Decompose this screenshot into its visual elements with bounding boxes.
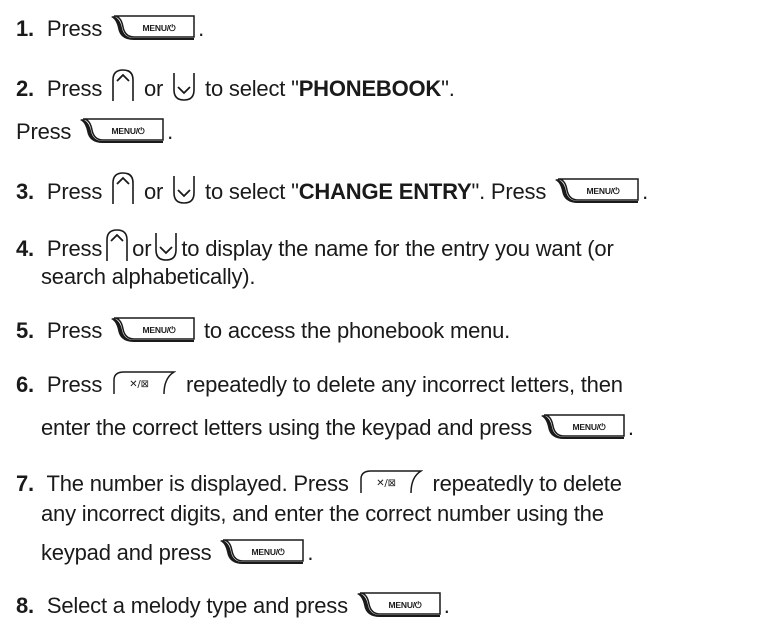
step-2: 2. Press or to select "PHONEBOOK".: [16, 69, 455, 107]
navigate-down-key-icon: [171, 175, 197, 205]
svg-text:MENU/⏻: MENU/⏻: [112, 126, 146, 136]
svg-text:MENU/⏻: MENU/⏻: [388, 600, 422, 610]
svg-text:✕/⊠: ✕/⊠: [376, 478, 396, 489]
step-7: 7. The number is displayed. Press ✕/⊠ re…: [16, 469, 622, 496]
menu-power-key-icon: MENU/⏻: [110, 12, 196, 42]
menu-power-key-icon: MENU/⏻: [219, 536, 305, 566]
step-5: 5. Press MENU/⏻ to access the phonebook …: [16, 317, 510, 347]
menu-power-key-icon: MENU/⏻: [110, 314, 196, 344]
svg-text:MENU/⏻: MENU/⏻: [572, 422, 606, 432]
step-8: 8. Select a melody type and press MENU/⏻…: [16, 592, 450, 622]
menu-power-key-icon: MENU/⏻: [79, 115, 165, 145]
step-7-line-3: keypad and press MENU/⏻ .: [41, 536, 314, 569]
menu-power-key-icon: MENU/⏻: [356, 589, 442, 619]
step-2-continuation: Press MENU/⏻ .: [16, 118, 173, 148]
step-6: 6. Press ✕/⊠ repeatedly to delete any in…: [16, 370, 623, 397]
svg-text:MENU/⏻: MENU/⏻: [143, 23, 177, 33]
menu-power-key-icon: MENU/⏻: [540, 411, 626, 441]
navigate-up-key-icon: [110, 68, 136, 102]
step-6-line-2: enter the correct letters using the keyp…: [41, 414, 634, 444]
delete-key-icon: ✕/⊠: [112, 370, 177, 396]
navigate-down-key-icon: [153, 232, 179, 262]
svg-text:MENU/⏻: MENU/⏻: [252, 547, 286, 557]
step-1: 1. Press MENU/⏻ .: [16, 15, 204, 45]
step-7-line-2: any incorrect digits, and enter the corr…: [41, 501, 604, 526]
svg-text:✕/⊠: ✕/⊠: [129, 379, 149, 390]
svg-text:MENU/⏻: MENU/⏻: [587, 186, 621, 196]
navigate-up-key-icon: [110, 171, 136, 205]
step-4: 4. Press or to display the name for the …: [16, 229, 614, 267]
svg-text:MENU/⏻: MENU/⏻: [143, 325, 177, 335]
step-4-line-2: search alphabetically).: [41, 264, 256, 289]
instructions-document: 1. Press MENU/⏻ . 2. Press or to select …: [0, 0, 774, 625]
delete-key-icon: ✕/⊠: [359, 469, 423, 495]
navigate-down-key-icon: [171, 72, 197, 102]
menu-power-key-icon: MENU/⏻: [554, 175, 640, 205]
step-3: 3. Press or to select "CHANGE ENTRY". Pr…: [16, 172, 648, 210]
navigate-up-key-icon: [104, 228, 130, 262]
